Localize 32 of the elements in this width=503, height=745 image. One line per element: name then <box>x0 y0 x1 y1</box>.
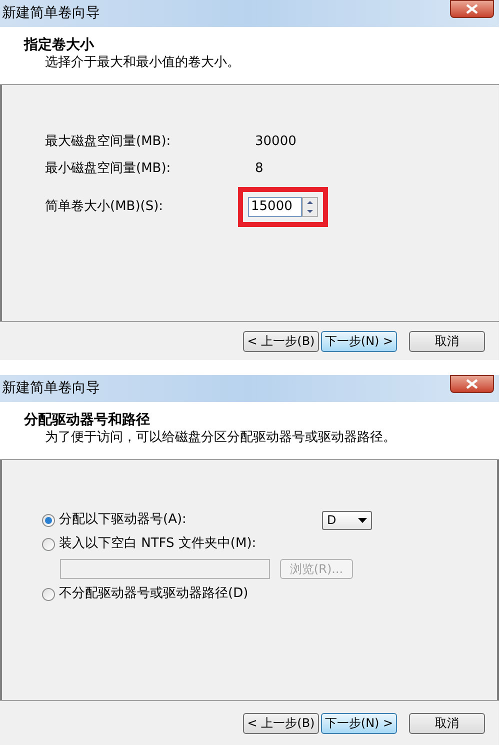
option-label[interactable]: 分配以下驱动器号(A): <box>59 510 318 530</box>
folder-path-field[interactable] <box>60 559 270 579</box>
close-icon <box>466 379 478 389</box>
close-button[interactable] <box>450 0 494 18</box>
wizard-button[interactable]: < 上一步(B) <box>243 712 319 734</box>
field-label: 最小磁盘空间量(MB): <box>45 160 172 178</box>
field-label: 简单卷大小(MB)(S): <box>45 198 164 216</box>
wizard-button[interactable]: < 上一步(B) <box>243 330 319 352</box>
window-title: 新建简单卷向导 <box>2 4 100 23</box>
option-label[interactable]: 装入以下空白 NTFS 文件夹中(M): <box>59 534 318 554</box>
radio-button[interactable] <box>42 588 55 600</box>
wizard-button[interactable]: 取消 <box>409 330 485 352</box>
close-icon <box>466 4 478 14</box>
close-button[interactable] <box>450 375 494 393</box>
page-description: 为了便于访问，可以给磁盘分区分配驱动器号或驱动器路径。 <box>45 429 396 447</box>
wizard-button[interactable]: 下一步(N) > <box>321 712 397 734</box>
window-title: 新建简单卷向导 <box>2 379 100 398</box>
option-label[interactable]: 不分配驱动器号或驱动器路径(D) <box>59 584 318 604</box>
field-label: 最大磁盘空间量(MB): <box>45 133 172 152</box>
field-value: 30000 <box>255 133 296 152</box>
field-value: 8 <box>255 160 264 178</box>
page-heading: 分配驱动器号和路径 <box>24 411 150 429</box>
spin-buttons[interactable] <box>302 197 318 217</box>
wizard-button[interactable]: 取消 <box>409 712 485 734</box>
radio-button[interactable] <box>42 538 55 550</box>
size-input[interactable]: 15000 <box>248 197 302 217</box>
radio-button[interactable] <box>42 514 55 526</box>
page-heading: 指定卷大小 <box>24 36 94 54</box>
wizard-button[interactable]: 下一步(N) > <box>321 330 397 352</box>
page-description: 选择介于最大和最小值的卷大小。 <box>45 54 240 72</box>
dropdown-arrow-icon <box>358 518 367 522</box>
drive-letter-dropdown[interactable]: D <box>322 510 372 530</box>
